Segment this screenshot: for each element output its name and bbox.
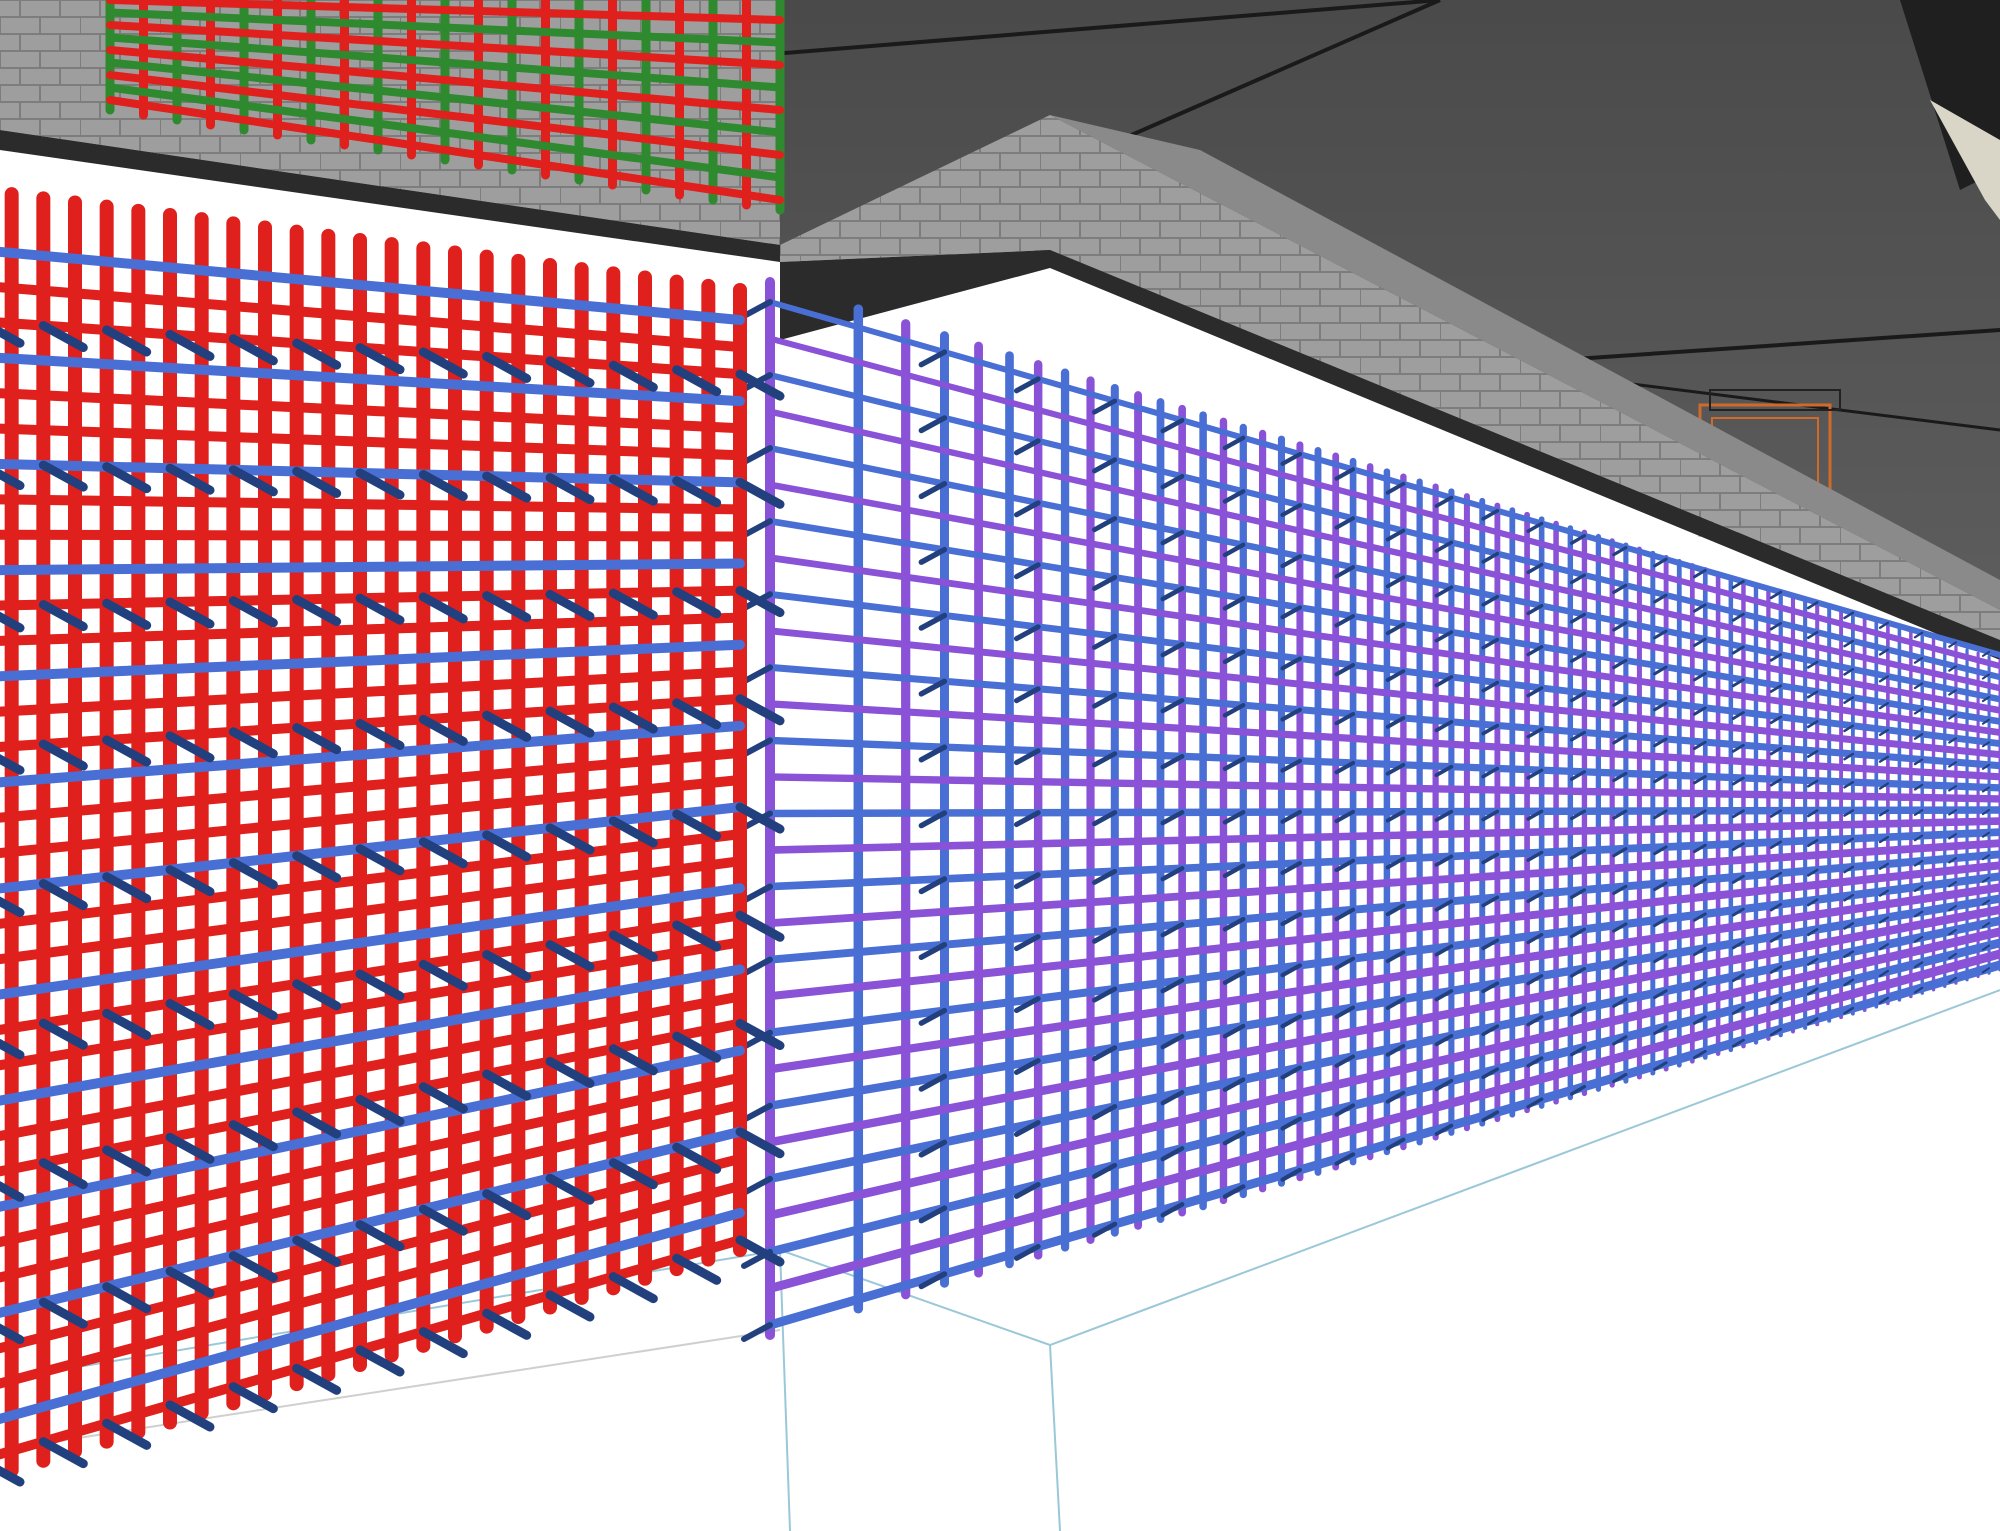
rebar-horizontal	[0, 529, 745, 542]
scene-canvas[interactable]	[0, 0, 2000, 1531]
rebar-horizontal	[0, 558, 745, 576]
3d-model-viewport[interactable]	[0, 0, 2000, 1531]
